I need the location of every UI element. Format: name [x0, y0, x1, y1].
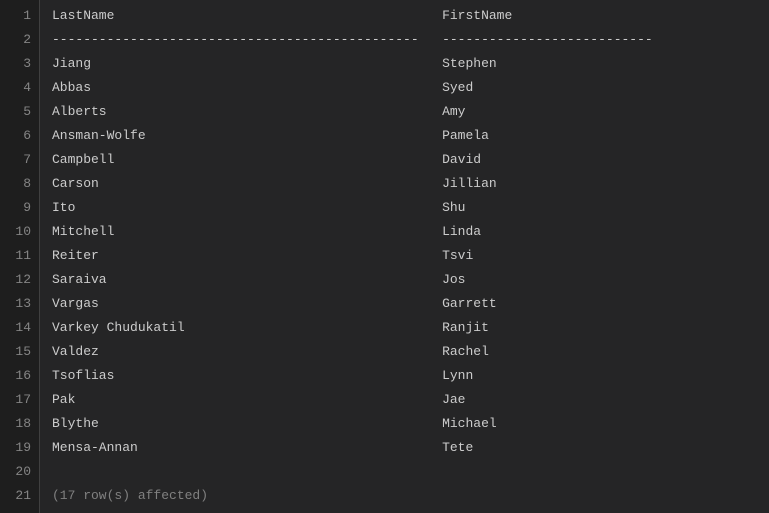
line-number: 19	[10, 436, 31, 460]
line-number: 10	[10, 220, 31, 244]
line-number: 2	[10, 28, 31, 52]
line-number: 21	[10, 484, 31, 508]
result-line: Mitchell Linda	[52, 220, 769, 244]
result-line: (17 row(s) affected)	[52, 484, 769, 508]
result-line: Carson Jillian	[52, 172, 769, 196]
result-line: Ansman-Wolfe Pamela	[52, 124, 769, 148]
results-editor: 123456789101112131415161718192021 LastNa…	[0, 0, 769, 513]
line-number: 6	[10, 124, 31, 148]
result-line: Tsoflias Lynn	[52, 364, 769, 388]
result-line: Alberts Amy	[52, 100, 769, 124]
line-number: 11	[10, 244, 31, 268]
line-number: 15	[10, 340, 31, 364]
result-line: Vargas Garrett	[52, 292, 769, 316]
result-line: Jiang Stephen	[52, 52, 769, 76]
result-line: Pak Jae	[52, 388, 769, 412]
line-number: 8	[10, 172, 31, 196]
line-number: 17	[10, 388, 31, 412]
line-number: 13	[10, 292, 31, 316]
result-line: ----------------------------------------…	[52, 28, 769, 52]
line-number: 7	[10, 148, 31, 172]
result-line: Varkey Chudukatil Ranjit	[52, 316, 769, 340]
result-line: Blythe Michael	[52, 412, 769, 436]
result-line: Ito Shu	[52, 196, 769, 220]
result-line: Reiter Tsvi	[52, 244, 769, 268]
result-line: Valdez Rachel	[52, 340, 769, 364]
result-line: Abbas Syed	[52, 76, 769, 100]
result-line	[52, 460, 769, 484]
line-number: 5	[10, 100, 31, 124]
line-number: 18	[10, 412, 31, 436]
line-number: 12	[10, 268, 31, 292]
line-number: 16	[10, 364, 31, 388]
line-number: 9	[10, 196, 31, 220]
line-number: 14	[10, 316, 31, 340]
result-line: LastName FirstName	[52, 4, 769, 28]
line-number-gutter: 123456789101112131415161718192021	[0, 0, 40, 513]
results-content: LastName FirstName----------------------…	[40, 0, 769, 513]
result-line: Campbell David	[52, 148, 769, 172]
line-number: 20	[10, 460, 31, 484]
line-number: 3	[10, 52, 31, 76]
line-number: 4	[10, 76, 31, 100]
result-line: Saraiva Jos	[52, 268, 769, 292]
line-number: 1	[10, 4, 31, 28]
result-line: Mensa-Annan Tete	[52, 436, 769, 460]
